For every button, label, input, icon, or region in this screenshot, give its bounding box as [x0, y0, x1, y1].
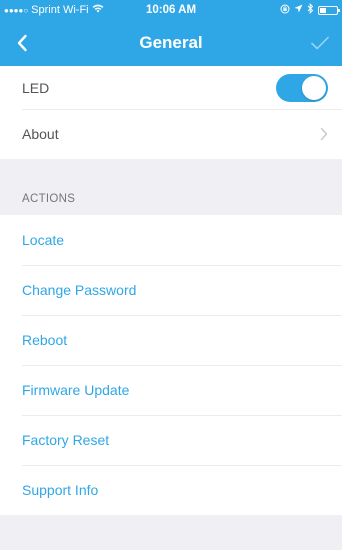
status-bar: ●●●●○ Sprint Wi-Fi 10:06 AM [0, 0, 342, 20]
wifi-icon [92, 4, 104, 16]
done-button[interactable] [298, 20, 342, 66]
locate-action[interactable]: Locate [0, 215, 342, 265]
support-info-action[interactable]: Support Info [0, 465, 342, 515]
led-label: LED [22, 79, 50, 96]
checkmark-icon [311, 36, 329, 50]
actions-group: Locate Change Password Reboot Firmware U… [0, 215, 342, 515]
signal-strength-icon: ●●●●○ [4, 5, 29, 15]
back-button[interactable] [0, 20, 44, 66]
battery-icon [318, 5, 340, 15]
page-title: General [139, 33, 203, 52]
change-password-action[interactable]: Change Password [0, 265, 342, 315]
led-row: LED [0, 66, 342, 109]
carrier-label: Sprint Wi-Fi [31, 4, 89, 16]
bluetooth-icon [307, 2, 314, 17]
status-right [280, 2, 340, 17]
about-label: About [22, 126, 59, 142]
about-row[interactable]: About [0, 109, 342, 159]
nav-bar: General [0, 20, 342, 66]
firmware-update-action[interactable]: Firmware Update [0, 365, 342, 415]
led-toggle[interactable] [276, 73, 328, 102]
reboot-action[interactable]: Reboot [0, 315, 342, 365]
actions-header: ACTIONS [0, 183, 342, 215]
location-arrow-icon [294, 4, 303, 16]
chevron-right-icon [320, 127, 328, 141]
orientation-lock-icon [280, 4, 290, 17]
section-spacer [0, 159, 342, 183]
screen: ●●●●○ Sprint Wi-Fi 10:06 AM General LED … [0, 0, 342, 550]
factory-reset-action[interactable]: Factory Reset [0, 415, 342, 465]
settings-group: LED About [0, 66, 342, 159]
status-left: ●●●●○ Sprint Wi-Fi [4, 4, 104, 16]
chevron-left-icon [17, 34, 27, 52]
toggle-knob [302, 75, 326, 100]
